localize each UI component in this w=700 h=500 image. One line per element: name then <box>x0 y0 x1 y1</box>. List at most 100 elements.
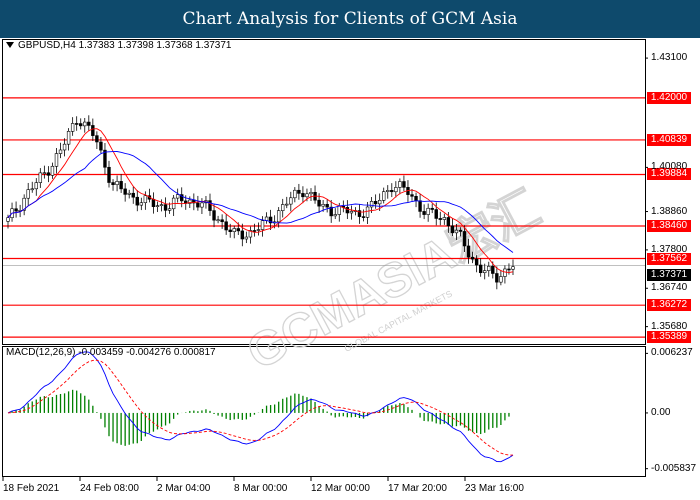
candle-body <box>256 229 261 231</box>
time-axis-tick: 18 Feb 2021 <box>3 483 60 494</box>
candle-body <box>365 206 370 218</box>
symbol-info-text: GBPUSD,H4 1.37383 1.37398 1.37368 1.3737… <box>18 40 232 51</box>
current-price-label: 1.37371 <box>647 269 691 282</box>
price-axis-tick: 1.35680 <box>651 320 688 332</box>
candle-body <box>50 165 55 176</box>
candle-body <box>309 191 313 195</box>
candle-body <box>337 205 341 215</box>
candle-body <box>321 203 325 207</box>
candle-body <box>325 203 329 208</box>
macd-axis-tick: 0.006237 <box>651 347 693 359</box>
candle-body <box>450 225 455 234</box>
candle-body <box>232 228 236 232</box>
candle-body <box>236 228 240 232</box>
candle-body <box>442 217 447 220</box>
candle-body <box>414 195 418 202</box>
candle-body <box>58 149 63 154</box>
candle-body <box>503 268 507 277</box>
candle-body <box>507 268 511 271</box>
candle-body <box>402 181 406 188</box>
candle-body <box>487 265 491 271</box>
symbol-info: GBPUSD,H4 1.37383 1.37398 1.37368 1.3737… <box>6 40 232 51</box>
candle-body <box>345 207 350 214</box>
candle-body <box>54 153 59 167</box>
candle-body <box>422 211 426 215</box>
candle-body <box>34 182 38 190</box>
price-axis-tick: 1.40080 <box>651 161 688 173</box>
candle-body <box>143 195 148 204</box>
candle-body <box>66 131 71 145</box>
candle-body <box>305 193 309 198</box>
candle-body <box>196 202 200 208</box>
candle-body <box>87 121 91 126</box>
candle-body <box>208 200 212 211</box>
macd-info: MACD(12,26,9) -0.003459 -0.004276 0.0008… <box>6 347 216 358</box>
level-label: 1.40839 <box>647 133 691 146</box>
candle-body <box>377 200 382 205</box>
level-label: 1.38460 <box>647 220 691 233</box>
candle-body <box>446 217 451 227</box>
candle-body <box>119 181 123 190</box>
candle-body <box>62 143 67 151</box>
level-label: 1.35389 <box>647 331 691 344</box>
candle-body <box>386 190 390 192</box>
time-axis-tick: 24 Feb 08:00 <box>80 483 139 494</box>
candle-body <box>458 229 463 232</box>
candle-body <box>430 207 434 210</box>
candle-body <box>74 123 79 125</box>
candle-body <box>454 229 459 234</box>
candle-body <box>333 214 337 217</box>
candle-body <box>6 217 10 222</box>
candle-body <box>438 218 442 220</box>
candle-body <box>155 205 160 207</box>
candle-body <box>276 210 281 223</box>
candle-body <box>163 204 168 211</box>
time-axis-tick: 17 Mar 20:00 <box>388 483 447 494</box>
candle-body <box>131 192 135 198</box>
candle-body <box>252 230 257 232</box>
candle-body <box>361 216 366 218</box>
candle-body <box>297 189 301 194</box>
candle-body <box>175 194 180 199</box>
price-axis-tick: 1.43100 <box>651 52 688 64</box>
price-axis-tick: 1.37800 <box>651 243 688 255</box>
candle-body <box>285 203 289 206</box>
candle-body <box>289 197 293 205</box>
candle-body <box>151 198 156 207</box>
candle-body <box>70 123 75 132</box>
candle-body <box>466 245 471 258</box>
time-axis-tick: 23 Mar 16:00 <box>465 483 524 494</box>
candle-body <box>115 181 119 185</box>
candle-body <box>38 172 43 183</box>
candle-body <box>426 207 430 215</box>
candle-body <box>123 188 127 195</box>
candle-body <box>91 125 95 136</box>
candle-body <box>511 266 515 270</box>
candle-body <box>491 265 495 274</box>
candle-body <box>159 204 164 206</box>
price-axis-tick: 1.36740 <box>651 282 688 294</box>
candle-body <box>474 258 479 266</box>
candle-body <box>301 193 305 198</box>
candle-body <box>14 208 18 212</box>
candle-body <box>135 196 139 206</box>
candle-body <box>382 191 386 201</box>
price-chart-svg: GCMASIA宏汇GLOBAL CAPITAL MARKETS <box>2 57 648 481</box>
candle-body <box>200 202 204 208</box>
candle-body <box>107 166 111 183</box>
candle-body <box>462 231 467 247</box>
candle-body <box>293 189 297 199</box>
candle-body <box>42 172 47 175</box>
candle-body <box>470 256 475 260</box>
candle-body <box>349 210 354 214</box>
candle-body <box>111 182 115 185</box>
time-axis-tick: 2 Mar 04:00 <box>157 483 211 494</box>
candle-body <box>30 188 34 191</box>
candle-body <box>79 123 83 127</box>
candle-body <box>139 202 144 206</box>
dropdown-triangle-icon[interactable] <box>6 42 14 49</box>
candle-body <box>127 192 131 195</box>
candle-body <box>317 199 321 207</box>
macd-axis-tick: 0.00 <box>651 406 671 418</box>
candle-body <box>260 220 265 230</box>
